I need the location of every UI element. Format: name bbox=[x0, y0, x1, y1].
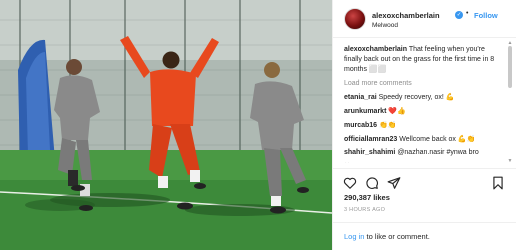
comment-row: murcab16 👏👏 bbox=[344, 120, 504, 131]
bookmark-icon[interactable] bbox=[491, 176, 505, 190]
verified-check-icon: ✓ bbox=[455, 11, 463, 19]
comment-emoji: ♥ bbox=[344, 162, 350, 163]
post-photo[interactable] bbox=[0, 0, 332, 250]
comments-scrollbar[interactable] bbox=[508, 46, 512, 88]
likes-count[interactable]: 290,387 likes bbox=[344, 193, 390, 202]
caption: alexoxchamberlain That feeling when you'… bbox=[344, 45, 504, 75]
comment-row: shahir_shahimi @nazhan.nasir #ynwa bro bbox=[344, 148, 504, 158]
comment-icon[interactable] bbox=[365, 176, 379, 190]
comment-text: Wellcome back ox bbox=[399, 136, 456, 143]
post-side-panel: alexoxchamberlain ✓ • Follow Melwood ale… bbox=[332, 0, 516, 250]
action-bar bbox=[333, 168, 516, 190]
avatar[interactable] bbox=[344, 8, 366, 30]
login-link[interactable]: Log in bbox=[344, 232, 364, 241]
instagram-post: alexoxchamberlain ✓ • Follow Melwood ale… bbox=[0, 0, 516, 250]
comment-emoji: 💪 bbox=[445, 93, 455, 101]
comment-emoji: 💪👏 bbox=[457, 135, 476, 143]
heart-icon[interactable] bbox=[343, 176, 357, 190]
login-prompt: Log in to like or comment. bbox=[344, 232, 430, 241]
comment-row: arunkumarkt ❤️👍 bbox=[344, 106, 504, 117]
location-link[interactable]: Melwood bbox=[372, 22, 398, 29]
comment-username[interactable]: murcab16 bbox=[344, 122, 377, 129]
comment-row: officiallamran23 Wellcome back ox 💪👏 bbox=[344, 134, 504, 145]
comment-emoji: 👏👏 bbox=[379, 121, 397, 129]
login-footer: Log in to like or comment. bbox=[333, 222, 516, 250]
login-prompt-text: to like or comment. bbox=[364, 232, 430, 241]
comment-row-continued: ♥ bbox=[344, 161, 504, 163]
comment-username[interactable]: shahir_shahimi bbox=[344, 149, 395, 156]
comment-emoji: ❤️👍 bbox=[388, 107, 406, 115]
username-link[interactable]: alexoxchamberlain bbox=[372, 11, 440, 20]
share-icon[interactable] bbox=[387, 176, 401, 190]
load-more-comments-button[interactable]: Load more comments bbox=[344, 79, 504, 89]
comment-text: @nazhan.nasir #ynwa bro bbox=[397, 149, 479, 156]
training-photo-illustration bbox=[0, 0, 332, 250]
comment-row: etania_rai Speedy recovery, ox! 💪 bbox=[344, 92, 504, 103]
follow-button[interactable]: Follow bbox=[474, 11, 498, 20]
comment-username[interactable]: arunkumarkt bbox=[344, 108, 386, 115]
caption-username[interactable]: alexoxchamberlain bbox=[344, 46, 407, 53]
scroll-down-arrow-icon[interactable]: ▼ bbox=[507, 158, 513, 164]
post-timestamp[interactable]: 3 HOURS AGO bbox=[344, 207, 385, 213]
separator-dot: • bbox=[466, 10, 469, 17]
comments-section[interactable]: alexoxchamberlain That feeling when you'… bbox=[344, 45, 504, 163]
comment-username[interactable]: officiallamran23 bbox=[344, 136, 397, 143]
comment-username[interactable]: etania_rai bbox=[344, 94, 377, 101]
comment-text: Speedy recovery, ox! bbox=[378, 94, 444, 101]
post-header: alexoxchamberlain ✓ • Follow Melwood bbox=[333, 0, 516, 38]
